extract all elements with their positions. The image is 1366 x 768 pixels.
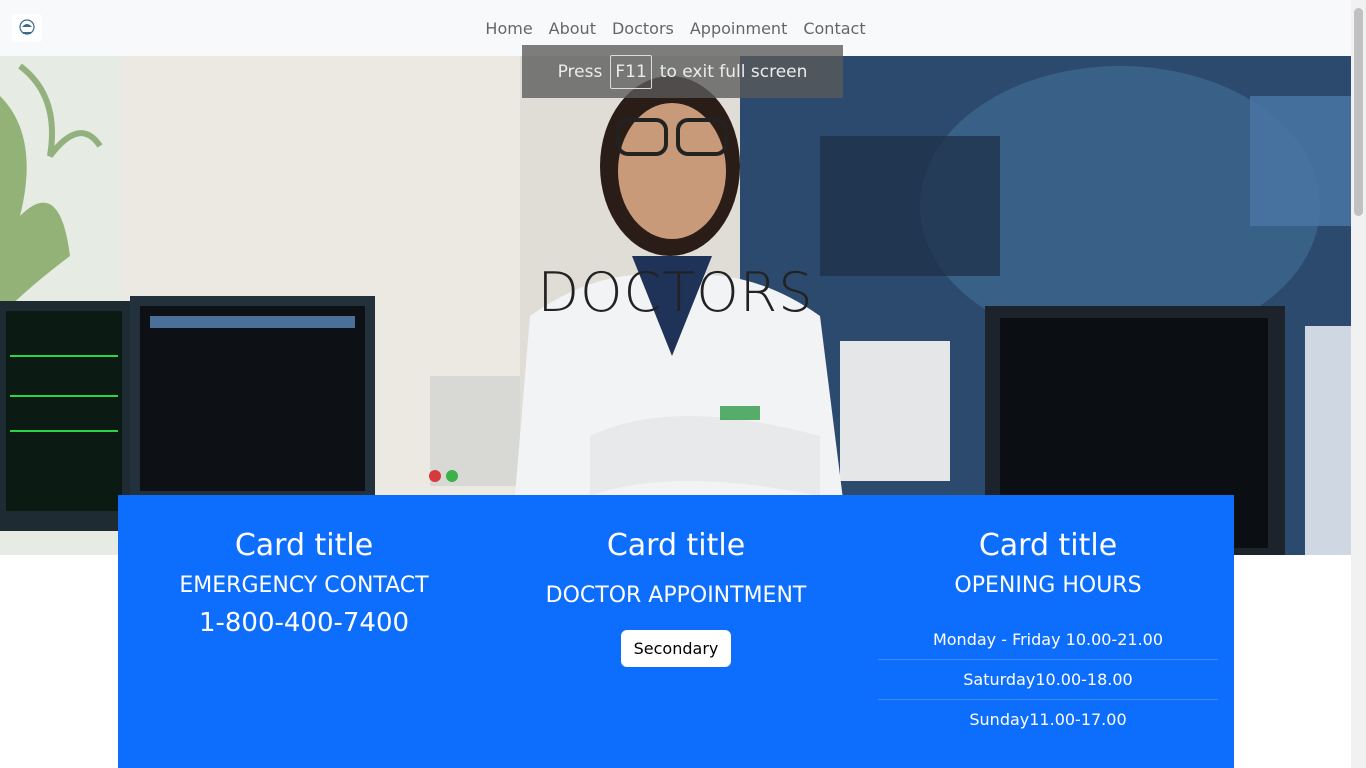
hours-list: Monday - Friday 10.00-21.00 Saturday10.0… (878, 620, 1218, 739)
list-item: Monday - Friday 10.00-21.00 (878, 620, 1218, 660)
info-cards: Card title EMERGENCY CONTACT 1-800-400-7… (118, 495, 1234, 768)
card-subtitle: OPENING HOURS (954, 573, 1142, 598)
nav-link-home[interactable]: Home (477, 11, 540, 46)
hospital-logo-icon (19, 19, 35, 35)
card-emergency: Card title EMERGENCY CONTACT 1-800-400-7… (118, 495, 490, 768)
card-appointment: Card title DOCTOR APPOINTMENT Secondary (490, 495, 862, 768)
nav-link-about[interactable]: About (541, 11, 604, 46)
scrollbar-thumb[interactable] (1354, 8, 1363, 216)
card-title: Card title (606, 528, 746, 563)
card-title: Card title (234, 528, 374, 563)
page-title: DOCTORS (537, 261, 814, 324)
vertical-scrollbar[interactable] (1351, 0, 1366, 768)
card-subtitle: EMERGENCY CONTACT (179, 573, 429, 598)
card-opening-hours: Card title OPENING HOURS Monday - Friday… (862, 495, 1234, 768)
nav-link-doctors[interactable]: Doctors (604, 11, 682, 46)
secondary-button[interactable]: Secondary (620, 630, 732, 667)
hero-banner: DOCTORS (0, 56, 1351, 555)
nav-links: Home About Doctors Appoinment Contact (477, 11, 873, 46)
toast-rest-text: to exit full screen (659, 61, 808, 82)
toast-key: F11 (610, 54, 652, 89)
card-title: Card title (978, 528, 1118, 563)
toast-press-text: Press (557, 61, 603, 82)
nav-link-appointment[interactable]: Appoinment (682, 11, 795, 46)
fullscreen-toast: Press F11 to exit full screen (522, 45, 843, 98)
list-item: Saturday10.00-18.00 (878, 660, 1218, 700)
nav-link-contact[interactable]: Contact (795, 11, 873, 46)
card-subtitle: DOCTOR APPOINTMENT (545, 583, 807, 608)
emergency-phone: 1-800-400-7400 (198, 608, 410, 638)
brand-logo[interactable] (12, 14, 42, 42)
list-item: Sunday11.00-17.00 (969, 710, 1127, 729)
